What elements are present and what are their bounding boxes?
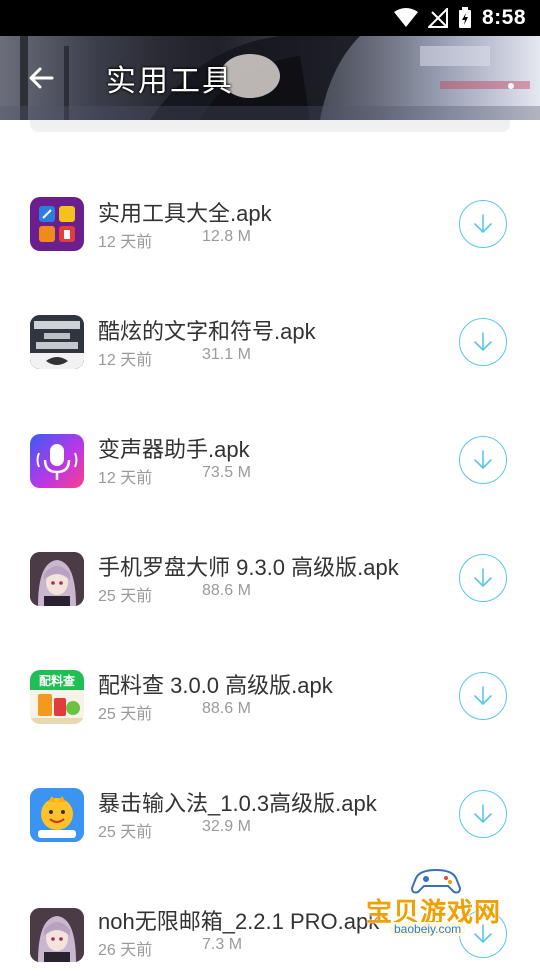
app-header: 实用工具 — [0, 36, 540, 120]
status-icons: 8:58 — [393, 0, 526, 36]
header-artwork-image — [0, 36, 540, 120]
list-item[interactable]: 变声器助手.apk 12 天前 73.5 M — [0, 386, 540, 504]
more-vertical-icon — [508, 83, 514, 89]
download-button[interactable] — [459, 554, 507, 602]
download-arrow-icon — [474, 450, 492, 469]
wifi-icon — [393, 8, 418, 27]
download-button[interactable] — [459, 790, 507, 838]
ingredient-app-icon: 配料查 — [30, 670, 84, 724]
download-button[interactable] — [459, 672, 507, 720]
anime-avatar-app-icon — [30, 552, 84, 606]
download-arrow-icon — [474, 804, 492, 823]
list-top-card-edge — [30, 120, 510, 132]
keyboard-app-icon — [30, 788, 84, 842]
file-size: 88.6 M — [202, 700, 251, 717]
arrow-left-icon — [29, 67, 54, 89]
file-size: 88.6 M — [202, 582, 251, 599]
file-name: 暴击输入法_1.0.3高级版.apk — [98, 791, 377, 816]
watermark-logo: 宝贝游戏网 baobeiy.com — [362, 866, 512, 946]
file-date: 12 天前 — [98, 470, 153, 487]
file-size: 31.1 M — [202, 346, 251, 363]
cool-text-app-icon — [30, 315, 84, 369]
file-name: 变声器助手.apk — [98, 437, 250, 462]
svg-text:配料查: 配料查 — [39, 673, 76, 688]
status-time: 8:58 — [481, 6, 526, 29]
no-signal-icon — [427, 8, 448, 28]
file-date: 25 天前 — [98, 588, 153, 605]
download-button[interactable] — [459, 436, 507, 484]
file-date: 12 天前 — [98, 234, 153, 251]
file-size: 12.8 M — [202, 228, 251, 245]
back-button[interactable] — [24, 60, 60, 96]
download-arrow-icon — [474, 332, 492, 351]
anime-avatar-app-icon — [30, 908, 84, 962]
download-arrow-icon — [474, 214, 492, 233]
page-title: 实用工具 — [106, 65, 234, 98]
file-name: 手机罗盘大师 9.3.0 高级版.apk — [98, 555, 399, 580]
file-date: 25 天前 — [98, 706, 153, 723]
file-size: 32.9 M — [202, 818, 251, 835]
file-date: 12 天前 — [98, 352, 153, 369]
list-item[interactable]: 酷炫的文字和符号.apk 12 天前 31.1 M — [0, 268, 540, 386]
file-size: 73.5 M — [202, 464, 251, 481]
voice-changer-app-icon — [30, 434, 84, 488]
file-size: 7.3 M — [202, 936, 243, 953]
file-date: 26 天前 — [98, 942, 153, 959]
list-item[interactable]: 暴击输入法_1.0.3高级版.apk 25 天前 32.9 M — [0, 740, 540, 858]
download-button[interactable] — [459, 318, 507, 366]
file-name: 实用工具大全.apk — [98, 201, 272, 226]
list-item[interactable]: 实用工具大全.apk 12 天前 12.8 M — [0, 150, 540, 268]
battery-charging-icon — [458, 7, 471, 28]
toolbox-app-icon — [30, 197, 84, 251]
list-item[interactable]: 配料查 配料查 3.0.0 高级版.apk 25 天前 88.6 M — [0, 622, 540, 740]
download-button[interactable] — [459, 200, 507, 248]
list-item[interactable]: 手机罗盘大师 9.3.0 高级版.apk 25 天前 88.6 M — [0, 504, 540, 622]
file-date: 25 天前 — [98, 824, 153, 841]
status-bar: 8:58 — [0, 0, 540, 36]
download-arrow-icon — [474, 686, 492, 705]
file-name: 酷炫的文字和符号.apk — [98, 319, 316, 344]
download-arrow-icon — [474, 568, 492, 587]
watermark-url: baobeiy.com — [390, 922, 466, 936]
file-name: 配料查 3.0.0 高级版.apk — [98, 673, 333, 698]
more-options-button[interactable] — [500, 64, 522, 96]
file-name: noh无限邮箱_2.2.1 PRO.apk — [98, 909, 380, 934]
